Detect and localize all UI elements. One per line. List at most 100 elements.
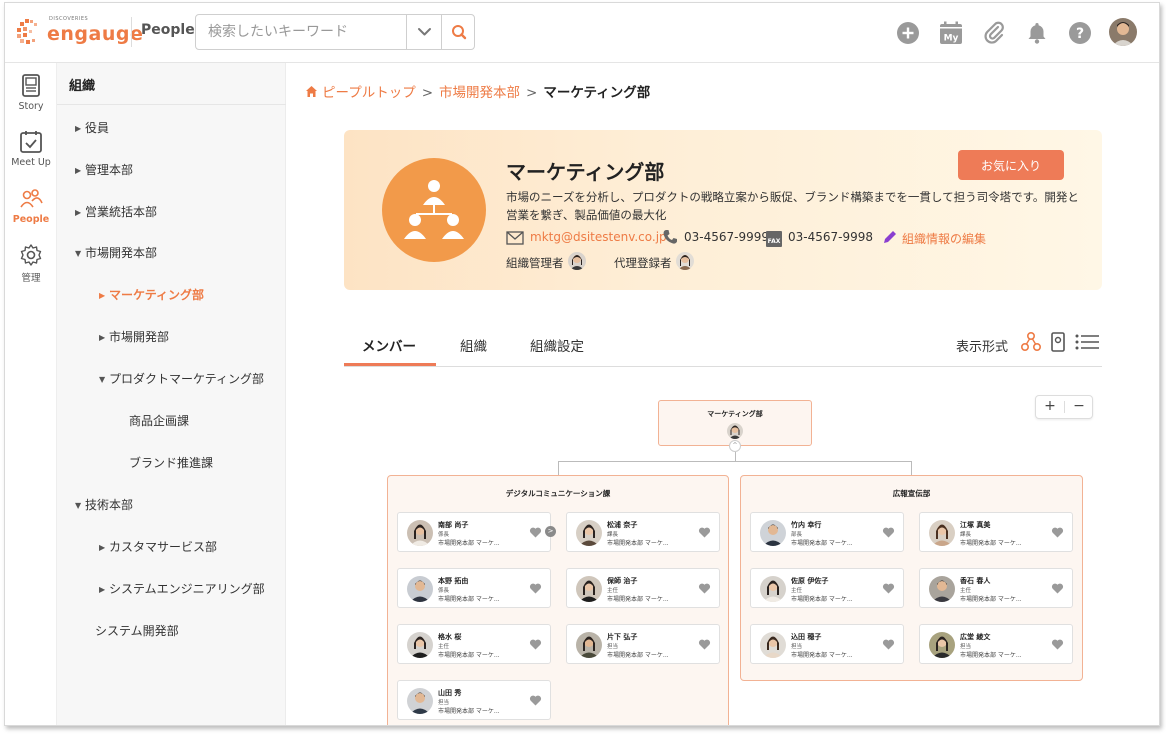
member-card[interactable]: 込田 穂子 担当 市場開発本部 マーケ... [750,624,904,664]
paperclip-icon[interactable] [981,20,1007,46]
member-card[interactable]: 南部 尚子 係長 市場開発本部 マーケ... [397,512,551,552]
list-view-icon[interactable] [1074,331,1100,353]
breadcrumb-people-top[interactable]: ピープルトップ [322,85,416,101]
root-node-avatar [727,423,743,439]
tree-item-sales-hq[interactable]: ▶ 営業統括本部 [75,203,157,223]
heart-icon[interactable] [529,582,542,595]
tree-item-brand-promotion[interactable]: ブランド推進課 [129,454,213,474]
member-dept: 市場開発本部 マーケ... [438,540,500,547]
member-card[interactable]: 香石 春人 主任 市場開発本部 マーケ... [919,568,1073,608]
search-input[interactable] [196,15,406,49]
member-avatar [760,576,786,602]
heart-icon[interactable] [1051,638,1064,651]
tree-item-officers[interactable]: ▶ 役員 [75,119,109,139]
heart-icon[interactable] [1051,582,1064,595]
main-content: ピープルトップ > 市場開発本部 > マーケティング部 マーケティング部 お気に入り 市… [287,63,1159,725]
member-card[interactable]: 山田 秀 担当 市場開発本部 マーケ... [397,680,551,720]
app-window: DISCOVERIES engauge People My ? Sto [4,2,1160,726]
member-card[interactable]: 竹内 幸行 部長 市場開発本部 マーケ... [750,512,904,552]
heart-icon[interactable] [1051,526,1064,539]
org-email-link[interactable]: mktg@dsitestenv.co.jp [530,230,667,244]
bell-icon[interactable] [1024,20,1050,46]
root-node-name: マーケティング部 [707,410,763,418]
member-card[interactable]: 江塚 真美 課長 市場開発本部 マーケ... [919,512,1073,552]
tree-item-market-dev-hq[interactable]: ▼ 市場開発本部 [75,244,157,264]
tree-item-system-engineering[interactable]: ▶ システムエンジニアリング部 [99,580,265,600]
tree-item-product-planning[interactable]: 商品企画課 [129,412,189,432]
rail-item-meetup[interactable]: Meet Up [5,123,57,177]
logo-tagline: DISCOVERIES [49,16,89,22]
heart-icon[interactable] [529,526,542,539]
rail-item-people[interactable]: People [5,180,57,234]
org-chart-view-icon[interactable] [1020,331,1042,353]
group-digital-communication: デジタルコミュニケーション課 南部 尚子 係長 市場開発本部 マーケ... > … [387,475,729,725]
breadcrumb-market-dev-hq[interactable]: 市場開発本部 [439,85,520,101]
favorite-button[interactable]: お気に入り [958,150,1064,180]
member-name: 込田 穂子 [791,633,822,641]
plus-circle-icon[interactable] [895,20,921,46]
heart-icon[interactable] [698,526,711,539]
member-card[interactable]: 格水 桜 主任 市場開発本部 マーケ... [397,624,551,664]
heart-icon[interactable] [698,582,711,595]
search-icon [452,25,467,40]
member-card[interactable]: 広堂 綾文 担当 市場開発本部 マーケ... [919,624,1073,664]
rail-item-settings[interactable]: 管理 [5,236,57,290]
member-name: 保師 治子 [607,577,638,585]
tab-organization[interactable]: 組織 [460,335,487,355]
engauge-logo[interactable]: DISCOVERIES engauge [15,15,143,51]
breadcrumb-current: マーケティング部 [543,85,651,101]
heart-icon[interactable] [529,638,542,651]
search-dropdown-button[interactable] [406,15,441,49]
zoom-in-button[interactable]: + [1036,396,1064,418]
member-dept: 市場開発本部 マーケ... [607,596,669,603]
tree-item-admin-hq[interactable]: ▶ 管理本部 [75,161,133,181]
tab-members[interactable]: メンバー [362,335,416,355]
fax-label: FAX [768,238,781,245]
heart-icon[interactable] [882,526,895,539]
deputy-avatar[interactable] [676,252,694,270]
member-dept: 市場開発本部 マーケ... [960,596,1022,603]
collapse-toggle[interactable]: ^ [729,440,741,452]
help-icon[interactable]: ? [1067,20,1093,46]
heart-icon[interactable] [882,638,895,651]
member-card[interactable]: 片下 弘子 担当 市場開発本部 マーケ... [566,624,720,664]
card-view-icon[interactable] [1047,331,1069,353]
expand-member-button[interactable]: > [545,526,556,537]
member-card[interactable]: 松浦 奈子 課長 市場開発本部 マーケ... [566,512,720,552]
member-avatar [929,632,955,658]
tree-item-system-dev[interactable]: システム開発部 [95,622,179,642]
heart-icon[interactable] [529,694,542,707]
heart-icon[interactable] [882,582,895,595]
rail-item-story[interactable]: Story [5,67,57,121]
member-dept: 市場開発本部 マーケ... [438,596,500,603]
member-role: 担当 [438,700,450,706]
member-card[interactable]: 本野 拓由 係長 市場開発本部 マーケ... [397,568,551,608]
tree-item-customer-service[interactable]: ▶ カスタマサービス部 [99,538,217,558]
member-avatar [929,520,955,546]
calendar-my-icon[interactable]: My [938,20,964,46]
search-button[interactable] [441,15,475,49]
tree-item-tech-hq[interactable]: ▼ 技術本部 [75,496,133,516]
logo-brand: engauge [47,23,144,45]
edit-org-info-link[interactable]: 組織情報の編集 [902,230,986,247]
member-name: 格水 桜 [438,633,462,641]
member-card[interactable]: 保師 治子 主任 市場開発本部 マーケ... [566,568,720,608]
member-role: 担当 [791,644,803,650]
tree-item-marketing[interactable]: ▶ マーケティング部 [99,286,204,306]
user-avatar[interactable] [1109,18,1137,46]
top-header: DISCOVERIES engauge People My ? [5,3,1159,63]
tree-title: 組織 [69,79,96,94]
tree-item-market-dev[interactable]: ▶ 市場開発部 [99,328,169,348]
tree-item-product-marketing[interactable]: ▼ プロダクトマーケティング部 [99,370,264,390]
member-dept: 市場開発本部 マーケ... [438,652,500,659]
tree-divider [57,104,286,105]
tab-org-settings[interactable]: 組織設定 [530,335,584,355]
heart-icon[interactable] [698,638,711,651]
org-admin-label: 組織管理者 [506,256,564,270]
member-avatar [407,576,433,602]
member-card[interactable]: 佐原 伊佐子 主任 市場開発本部 マーケ... [750,568,904,608]
member-name: 香石 春人 [960,577,991,585]
zoom-out-button[interactable]: − [1065,396,1093,418]
org-admin-avatar[interactable] [568,252,586,270]
avatar-photo [1109,18,1137,46]
